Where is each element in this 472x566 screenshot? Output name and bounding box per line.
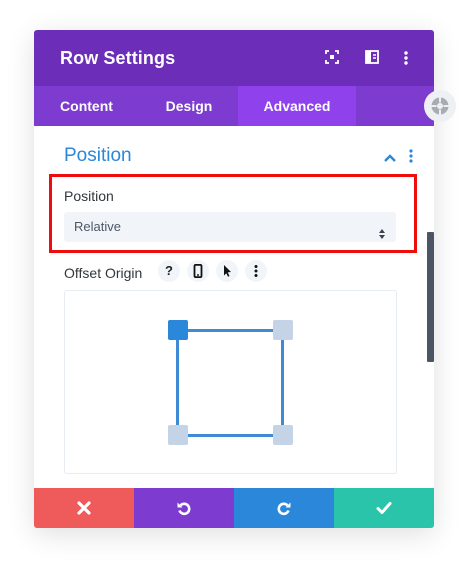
- save-button[interactable]: [334, 488, 434, 528]
- tab-design[interactable]: Design: [139, 86, 239, 126]
- cancel-button[interactable]: [34, 488, 134, 528]
- modal-title: Row Settings: [60, 48, 176, 68]
- close-icon: [77, 501, 91, 515]
- corner-top-right[interactable]: [273, 320, 293, 340]
- offset-origin-label: Offset Origin: [64, 265, 143, 281]
- tab-content[interactable]: Content: [34, 86, 139, 126]
- kebab-menu-icon[interactable]: [403, 50, 419, 66]
- position-select[interactable]: Relative: [64, 212, 396, 242]
- mobile-icon[interactable]: [187, 260, 209, 282]
- select-arrows-icon: [378, 221, 386, 239]
- corner-top-left[interactable]: [168, 320, 188, 340]
- cursor-hover-icon[interactable]: [216, 260, 238, 282]
- settings-body: Position Position Relative Offset Origin…: [34, 126, 434, 488]
- position-select-value: Relative: [74, 219, 121, 234]
- modal-footer: [34, 488, 434, 528]
- sidebar-split-icon[interactable]: [365, 50, 381, 66]
- offset-origin-picker: [64, 290, 397, 474]
- scrollbar[interactable]: [427, 232, 434, 362]
- tab-bar: Content Design Advanced: [34, 86, 434, 126]
- tab-advanced[interactable]: Advanced: [238, 86, 356, 126]
- help-icon[interactable]: ?: [158, 260, 180, 282]
- undo-button[interactable]: [134, 488, 234, 528]
- field-kebab-icon[interactable]: [245, 260, 267, 282]
- chevron-up-icon[interactable]: [383, 150, 397, 162]
- expand-icon[interactable]: [325, 50, 341, 66]
- corner-bottom-left[interactable]: [168, 425, 188, 445]
- modal-header: Row Settings: [34, 30, 434, 86]
- section-kebab-icon[interactable]: [408, 148, 414, 164]
- check-icon: [376, 502, 392, 514]
- portability-icon[interactable]: [424, 90, 456, 122]
- redo-button[interactable]: [234, 488, 334, 528]
- section-title[interactable]: Position: [64, 145, 132, 167]
- origin-frame: [176, 329, 284, 437]
- undo-icon: [177, 502, 191, 516]
- position-field-label: Position: [64, 188, 114, 204]
- redo-icon: [277, 502, 291, 516]
- help-icon-glyph: ?: [165, 263, 173, 278]
- corner-bottom-right[interactable]: [273, 425, 293, 445]
- row-settings-modal: Row Settings Content Design Advanced Pos…: [34, 30, 434, 528]
